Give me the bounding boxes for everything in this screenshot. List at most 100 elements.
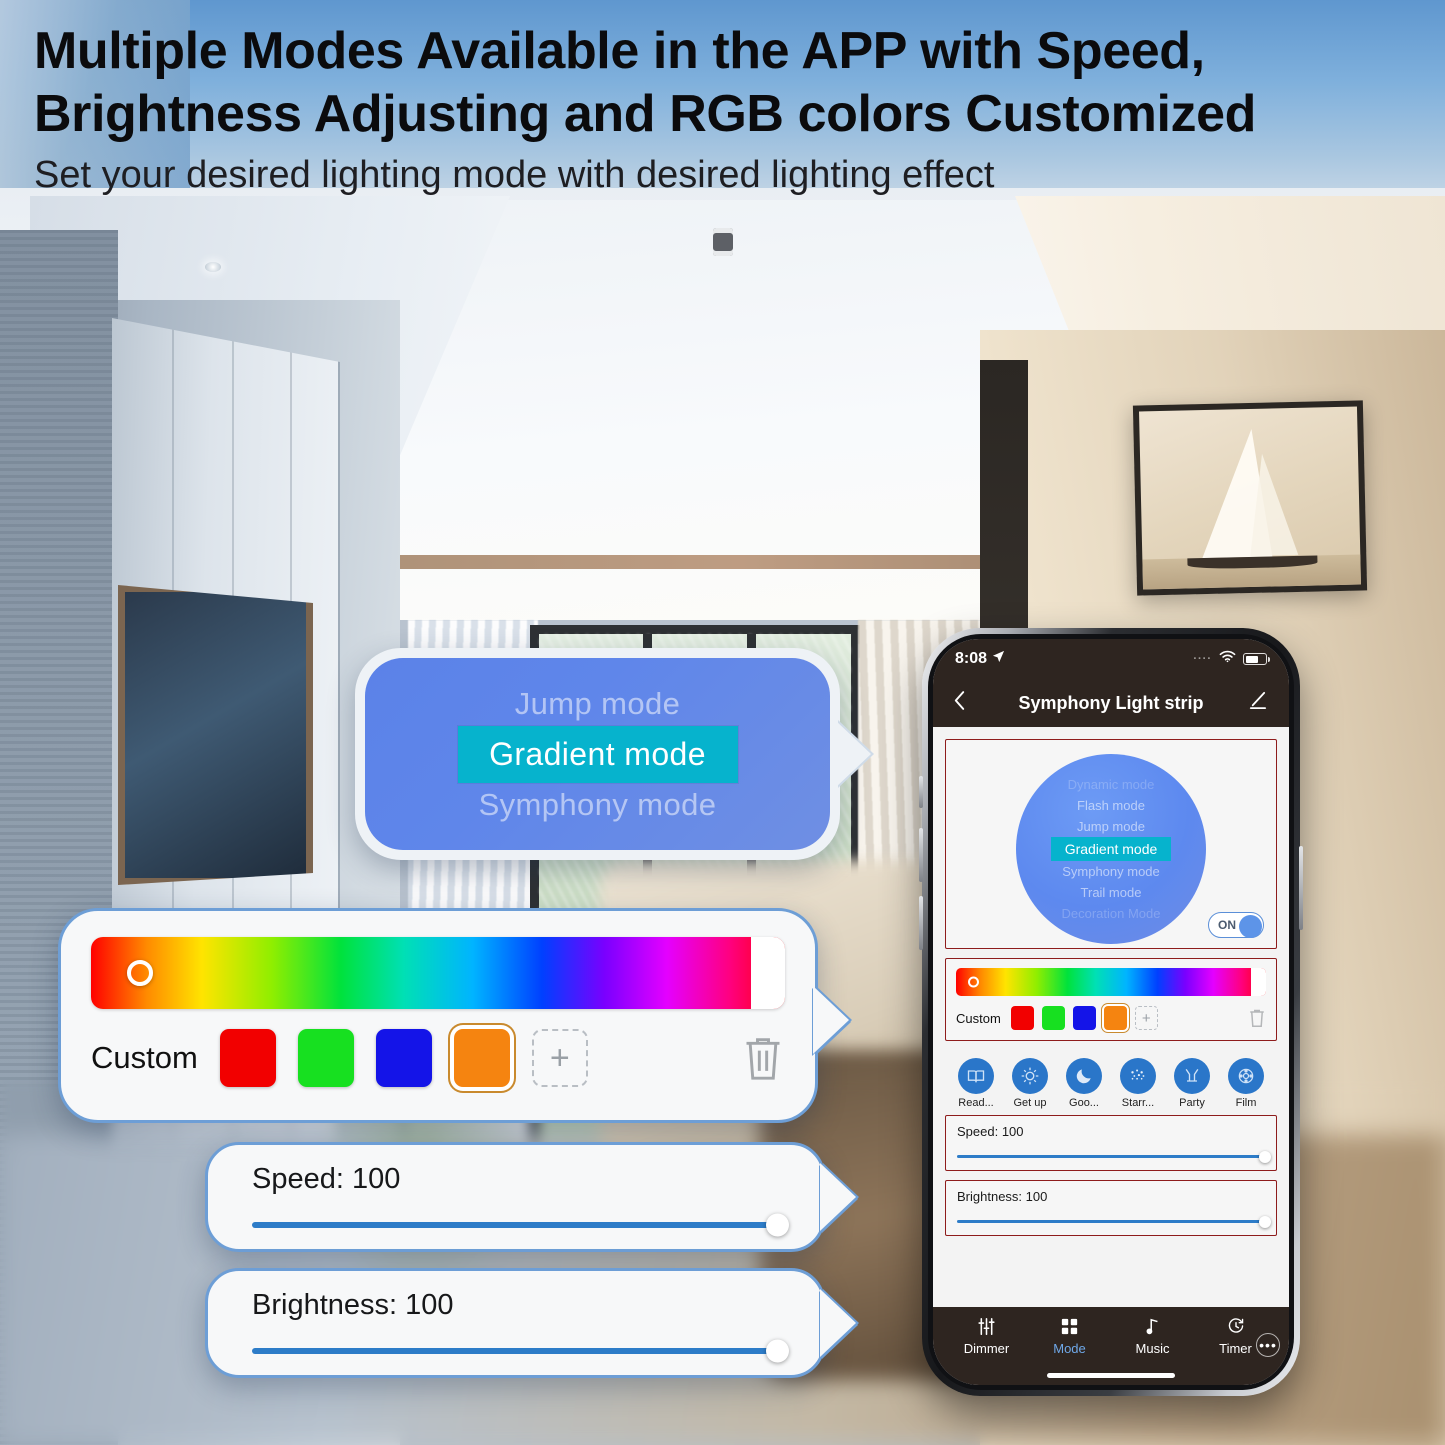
callout-pointer-icon [820, 1289, 856, 1357]
film-icon [1228, 1058, 1264, 1094]
stars-icon [1120, 1058, 1156, 1094]
reading-icon [958, 1058, 994, 1094]
ceiling-vent [713, 228, 733, 256]
phone-volume-down-button[interactable] [919, 896, 923, 950]
custom-label: Custom [91, 1040, 198, 1075]
wheel-mode-trail[interactable]: Trail mode [1081, 882, 1142, 903]
phone-brightness-card: Brightness: 100 [945, 1180, 1277, 1236]
callout-pointer-icon [813, 985, 849, 1054]
brightness-slider-handle[interactable] [766, 1339, 789, 1363]
power-toggle-knob [1238, 914, 1262, 938]
wifi-icon [1219, 650, 1236, 668]
home-indicator [1047, 1373, 1175, 1378]
app-content: Dynamic mode Flash mode Jump mode Gradie… [933, 727, 1289, 1307]
add-color-button[interactable]: + [531, 1029, 588, 1087]
phone-power-button[interactable] [1299, 846, 1303, 930]
wheel-mode-dynamic[interactable]: Dynamic mode [1068, 774, 1155, 795]
downlight [205, 262, 221, 272]
phone-brightness-handle[interactable] [1259, 1215, 1271, 1228]
speed-label: Speed: 100 [252, 1163, 401, 1195]
phone-trash-icon[interactable] [1248, 1008, 1266, 1028]
phone-custom-swatch-row: Custom + [956, 1006, 1266, 1030]
scene-label: Party [1179, 1097, 1205, 1109]
phone-mute-switch[interactable] [919, 776, 923, 808]
phone-swatch-red[interactable] [1010, 1006, 1034, 1030]
wheel-mode-flash[interactable]: Flash mode [1077, 795, 1145, 816]
mode-list-panel: Jump mode Gradient mode Symphony mode [365, 658, 830, 850]
phone-add-color-button[interactable]: + [1134, 1006, 1158, 1030]
brightness-label: Brightness: 100 [252, 1289, 454, 1321]
brightness-slider[interactable] [252, 1339, 789, 1363]
scene-starry[interactable]: Starr... [1115, 1058, 1161, 1109]
music-note-icon [1111, 1316, 1194, 1336]
swatch-green[interactable] [297, 1029, 354, 1087]
phone-hue-handle-icon[interactable] [968, 976, 979, 988]
scene-shortcuts: Read... Get up Goo... Starr... Party Fil… [945, 1050, 1277, 1115]
status-time: 8:08 [955, 650, 988, 667]
bottom-tab-bar: Dimmer Mode Music Timer ••• [933, 1307, 1289, 1385]
callout-mode-jump[interactable]: Jump mode [515, 682, 681, 726]
phone-volume-up-button[interactable] [919, 828, 923, 882]
tab-mode[interactable]: Mode [1028, 1316, 1111, 1356]
phone-swatch-blue[interactable] [1072, 1006, 1096, 1030]
wheel-mode-gradient[interactable]: Gradient mode [1050, 837, 1172, 861]
scene-reading[interactable]: Read... [953, 1058, 999, 1109]
phone-speed-label: Speed: 100 [957, 1124, 1024, 1139]
hue-handle-icon[interactable] [127, 960, 153, 986]
tab-label: Mode [1053, 1341, 1086, 1356]
phone-hue-slider[interactable] [956, 968, 1266, 996]
mode-list-callout: Jump mode Gradient mode Symphony mode [355, 648, 871, 860]
color-picker-callout: Custom + [58, 908, 849, 1123]
wall-tv [118, 585, 313, 885]
subheadline: Set your desired lighting mode with desi… [34, 153, 995, 196]
phone-swatch-orange[interactable] [1103, 1006, 1127, 1030]
mode-wheel[interactable]: Dynamic mode Flash mode Jump mode Gradie… [1016, 754, 1206, 944]
custom-swatch-row: Custom + [91, 1029, 785, 1087]
speed-slider-handle[interactable] [766, 1213, 789, 1237]
scene-party[interactable]: Party [1169, 1058, 1215, 1109]
phone-brightness-slider[interactable] [957, 1215, 1271, 1228]
trash-icon[interactable] [741, 1034, 785, 1082]
callout-pointer-icon [835, 720, 871, 788]
scene-good-night[interactable]: Goo... [1061, 1058, 1107, 1109]
scene-film[interactable]: Film [1223, 1058, 1269, 1109]
phone-speed-slider[interactable] [957, 1150, 1271, 1163]
phone-screen: 8:08 ···· Symphony Light strip Dynamic m… [933, 639, 1289, 1385]
callout-mode-symphony[interactable]: Symphony mode [479, 783, 717, 827]
phone-swatch-green[interactable] [1041, 1006, 1065, 1030]
scene-label: Get up [1013, 1097, 1047, 1109]
smartphone-mockup: 8:08 ···· Symphony Light strip Dynamic m… [919, 628, 1303, 1396]
headline-line-2: Brightness Adjusting and RGB colors Cust… [34, 85, 1256, 144]
party-icon [1174, 1058, 1210, 1094]
swatch-blue[interactable] [375, 1029, 432, 1087]
grid-icon [1028, 1316, 1111, 1336]
tab-dimmer[interactable]: Dimmer [945, 1316, 1028, 1356]
power-toggle-label: ON [1218, 918, 1236, 932]
phone-custom-label: Custom [956, 1010, 1001, 1026]
wheel-mode-symphony[interactable]: Symphony mode [1062, 861, 1160, 882]
chevron-left-icon[interactable] [953, 690, 975, 716]
scene-label: Film [1235, 1097, 1257, 1109]
moon-icon [1066, 1058, 1102, 1094]
scene-get-up[interactable]: Get up [1007, 1058, 1053, 1109]
wheel-mode-jump[interactable]: Jump mode [1077, 816, 1145, 837]
power-toggle[interactable]: ON [1208, 912, 1264, 938]
speed-slider[interactable] [252, 1213, 789, 1237]
phone-speed-handle[interactable] [1259, 1150, 1271, 1163]
swatch-red[interactable] [219, 1029, 276, 1087]
get-up-icon [1012, 1058, 1048, 1094]
sliders-icon [945, 1316, 1028, 1336]
wheel-mode-decoration[interactable]: Decoration Mode [1062, 903, 1161, 924]
banner-headings: Multiple Modes Available in the APP with… [0, 0, 1445, 198]
callout-mode-gradient[interactable]: Gradient mode [457, 725, 738, 783]
hue-slider[interactable] [91, 937, 785, 1009]
pencil-icon[interactable] [1247, 690, 1269, 716]
tab-music[interactable]: Music [1111, 1316, 1194, 1356]
location-arrow-icon [992, 650, 1005, 668]
brightness-callout: Brightness: 100 [205, 1268, 856, 1378]
status-indicators: ···· [1193, 650, 1270, 668]
speed-callout: Speed: 100 [205, 1142, 856, 1252]
ellipsis-icon[interactable]: ••• [1256, 1333, 1280, 1357]
battery-icon [1243, 653, 1270, 665]
swatch-orange[interactable] [453, 1029, 510, 1087]
